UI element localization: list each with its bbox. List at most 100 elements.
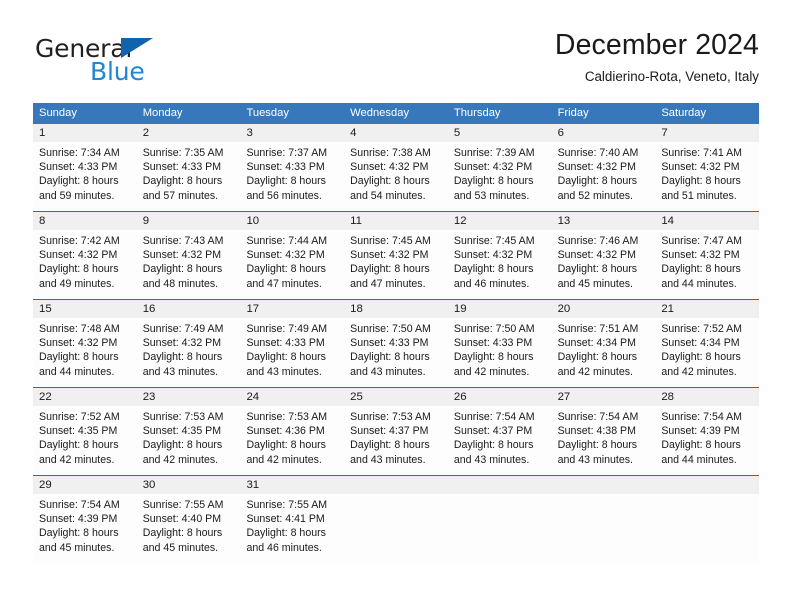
day-number-28[interactable]: 28 [655,388,759,406]
day-cell-15[interactable]: Sunrise: 7:48 AM Sunset: 4:32 PM Daylight:… [33,318,137,387]
day-cell-26[interactable]: Sunrise: 7:54 AM Sunset: 4:37 PM Daylight:… [448,406,552,475]
day-number-30[interactable]: 30 [137,476,241,494]
day-cell-11[interactable]: Sunrise: 7:45 AM Sunset: 4:32 PM Daylight:… [344,230,448,299]
day-sunrise-text: Sunrise: 7:50 AM [350,323,431,335]
day-sunset-text: Sunset: 4:37 PM [350,425,429,438]
day-sunrise-text: Sunrise: 7:49 AM [142,323,224,335]
day-number-16[interactable]: 16 [137,300,241,318]
day-number-3[interactable]: 3 [240,124,344,142]
day-number-7[interactable]: 7 [655,124,759,142]
day-number-9[interactable]: 9 [137,212,241,230]
day-sunset-text: Sunset: 4:32 PM [453,161,533,174]
day-number-21[interactable]: 21 [655,300,759,318]
day-cell-2[interactable]: Sunrise: 7:35 AM Sunset: 4:33 PM Daylight:… [137,142,241,211]
day-number-19[interactable]: 19 [448,300,552,318]
day-sunrise-text: Sunrise: 7:52 AM [661,323,742,335]
day-daylight1-text: Daylight: 8 hours [246,527,326,540]
day-number-2[interactable]: 2 [137,124,241,142]
day-cell-19[interactable]: Sunrise: 7:50 AM Sunset: 4:33 PM Daylight:… [448,318,552,387]
day-daylight1-text: Daylight: 8 hours [661,263,741,276]
weekday-header-row: Sunday Monday Tuesday Wednesday Thursday Frid… [33,103,759,124]
day-sunset-text: Sunset: 4:32 PM [661,161,740,174]
day-number-12[interactable]: 12 [448,212,552,230]
day-daylight1-text: Daylight: 8 hours [246,263,326,276]
day-number-15[interactable]: 15 [33,300,137,318]
day-number-5[interactable]: 5 [448,124,552,142]
day-cell-1[interactable]: Sunrise: 7:34 AM Sunset: 4:33 PM Daylight:… [33,142,137,211]
day-cell-8[interactable]: Sunrise: 7:42 AM Sunset: 4:32 PM Daylight:… [33,230,137,299]
day-daylight2-text: and 43 minutes. [142,365,219,378]
day-cell-27[interactable]: Sunrise: 7:54 AM Sunset: 4:38 PM Daylight:… [552,406,656,475]
day-number-4[interactable]: 4 [344,124,448,142]
day-sunset-text: Sunset: 4:32 PM [142,249,222,262]
day-cell-5[interactable]: Sunrise: 7:39 AM Sunset: 4:32 PM Daylight:… [448,142,552,211]
day-number-24[interactable]: 24 [240,388,344,406]
day-sunset-text: Sunset: 4:41 PM [246,513,325,526]
day-cell-4[interactable]: Sunrise: 7:38 AM Sunset: 4:32 PM Daylight:… [344,142,448,211]
day-cell-18[interactable]: Sunrise: 7:50 AM Sunset: 4:33 PM Daylight:… [344,318,448,387]
day-daylight2-text: and 42 minutes. [661,365,737,378]
day-cell-13[interactable]: Sunrise: 7:46 AM Sunset: 4:32 PM Daylight:… [552,230,656,299]
day-cell-22[interactable]: Sunrise: 7:52 AM Sunset: 4:35 PM Daylight:… [33,406,137,475]
day-sunset-text: Sunset: 4:32 PM [39,337,118,350]
day-detail-row: Sunrise: 7:52 AM Sunset: 4:35 PM Daylight:… [33,406,759,475]
day-cell-21[interactable]: Sunrise: 7:52 AM Sunset: 4:34 PM Daylight:… [655,318,759,387]
day-number-20[interactable]: 20 [552,300,656,318]
day-sunset-text: Sunset: 4:32 PM [453,249,533,262]
day-number-1[interactable]: 1 [33,124,137,142]
day-sunrise-text: Sunrise: 7:44 AM [246,235,328,247]
day-cell-20[interactable]: Sunrise: 7:51 AM Sunset: 4:34 PM Daylight:… [552,318,656,387]
day-number-6[interactable]: 6 [552,124,656,142]
day-cell-3[interactable]: Sunrise: 7:37 AM Sunset: 4:33 PM Daylight:… [240,142,344,211]
day-cell-12[interactable]: Sunrise: 7:45 AM Sunset: 4:32 PM Daylight:… [448,230,552,299]
calendar-week-row: 15 16 17 18 19 20 21 Sunrise: 7:48 AM Sunset: 4:… [33,299,759,387]
day-sunrise-text: Sunrise: 7:35 AM [142,147,224,159]
day-daylight2-text: and 42 minutes. [142,453,219,466]
day-cell-23[interactable]: Sunrise: 7:53 AM Sunset: 4:35 PM Daylight:… [137,406,241,475]
general-blue-logo[interactable]: General Blue [33,34,293,90]
day-number-31[interactable]: 31 [240,476,344,494]
day-cell-9[interactable]: Sunrise: 7:43 AM Sunset: 4:32 PM Daylight:… [137,230,241,299]
day-sunset-text: Sunset: 4:33 PM [246,161,325,174]
day-cell-14[interactable]: Sunrise: 7:47 AM Sunset: 4:32 PM Daylight:… [655,230,759,299]
day-sunset-text: Sunset: 4:39 PM [661,425,740,438]
day-daylight2-text: and 45 minutes. [557,277,633,290]
day-number-8[interactable]: 8 [33,212,137,230]
day-number-29[interactable]: 29 [33,476,137,494]
day-number-13[interactable]: 13 [552,212,656,230]
day-sunset-text: Sunset: 4:32 PM [39,249,118,262]
day-daylight1-text: Daylight: 8 hours [557,263,638,276]
day-sunrise-text: Sunrise: 7:54 AM [453,411,535,423]
day-cell-25[interactable]: Sunrise: 7:53 AM Sunset: 4:37 PM Daylight:… [344,406,448,475]
day-cell-29[interactable]: Sunrise: 7:54 AM Sunset: 4:39 PM Daylight:… [33,494,137,563]
day-sunrise-text: Sunrise: 7:41 AM [661,147,742,159]
day-daylight1-text: Daylight: 8 hours [661,175,741,188]
day-daylight1-text: Daylight: 8 hours [557,439,638,452]
day-number-23[interactable]: 23 [137,388,241,406]
day-number-25[interactable]: 25 [344,388,448,406]
day-number-11[interactable]: 11 [344,212,448,230]
day-sunset-text: Sunset: 4:33 PM [39,161,118,174]
day-sunrise-text: Sunrise: 7:55 AM [246,499,328,511]
day-number-17[interactable]: 17 [240,300,344,318]
day-cell-30[interactable]: Sunrise: 7:55 AM Sunset: 4:40 PM Daylight:… [137,494,241,563]
day-cell-31[interactable]: Sunrise: 7:55 AM Sunset: 4:41 PM Daylight:… [240,494,344,563]
day-number-22[interactable]: 22 [33,388,137,406]
day-cell-24[interactable]: Sunrise: 7:53 AM Sunset: 4:36 PM Daylight:… [240,406,344,475]
day-cell-17[interactable]: Sunrise: 7:49 AM Sunset: 4:33 PM Daylight:… [240,318,344,387]
day-daylight1-text: Daylight: 8 hours [142,175,223,188]
day-cell-10[interactable]: Sunrise: 7:44 AM Sunset: 4:32 PM Daylight:… [240,230,344,299]
day-number-18[interactable]: 18 [344,300,448,318]
day-cell-16[interactable]: Sunrise: 7:49 AM Sunset: 4:32 PM Daylight:… [137,318,241,387]
day-cell-6[interactable]: Sunrise: 7:40 AM Sunset: 4:32 PM Daylight:… [552,142,656,211]
day-number-14[interactable]: 14 [655,212,759,230]
day-cell-28[interactable]: Sunrise: 7:54 AM Sunset: 4:39 PM Daylight:… [655,406,759,475]
day-cell-7[interactable]: Sunrise: 7:41 AM Sunset: 4:32 PM Daylight:… [655,142,759,211]
day-daylight2-text: and 44 minutes. [39,365,115,378]
weekday-header-sunday: Sunday [39,107,77,119]
day-number-26[interactable]: 26 [448,388,552,406]
day-sunset-text: Sunset: 4:38 PM [557,425,636,438]
day-number-27[interactable]: 27 [552,388,656,406]
day-number-10[interactable]: 10 [240,212,344,230]
day-daylight2-text: and 44 minutes. [661,453,737,466]
